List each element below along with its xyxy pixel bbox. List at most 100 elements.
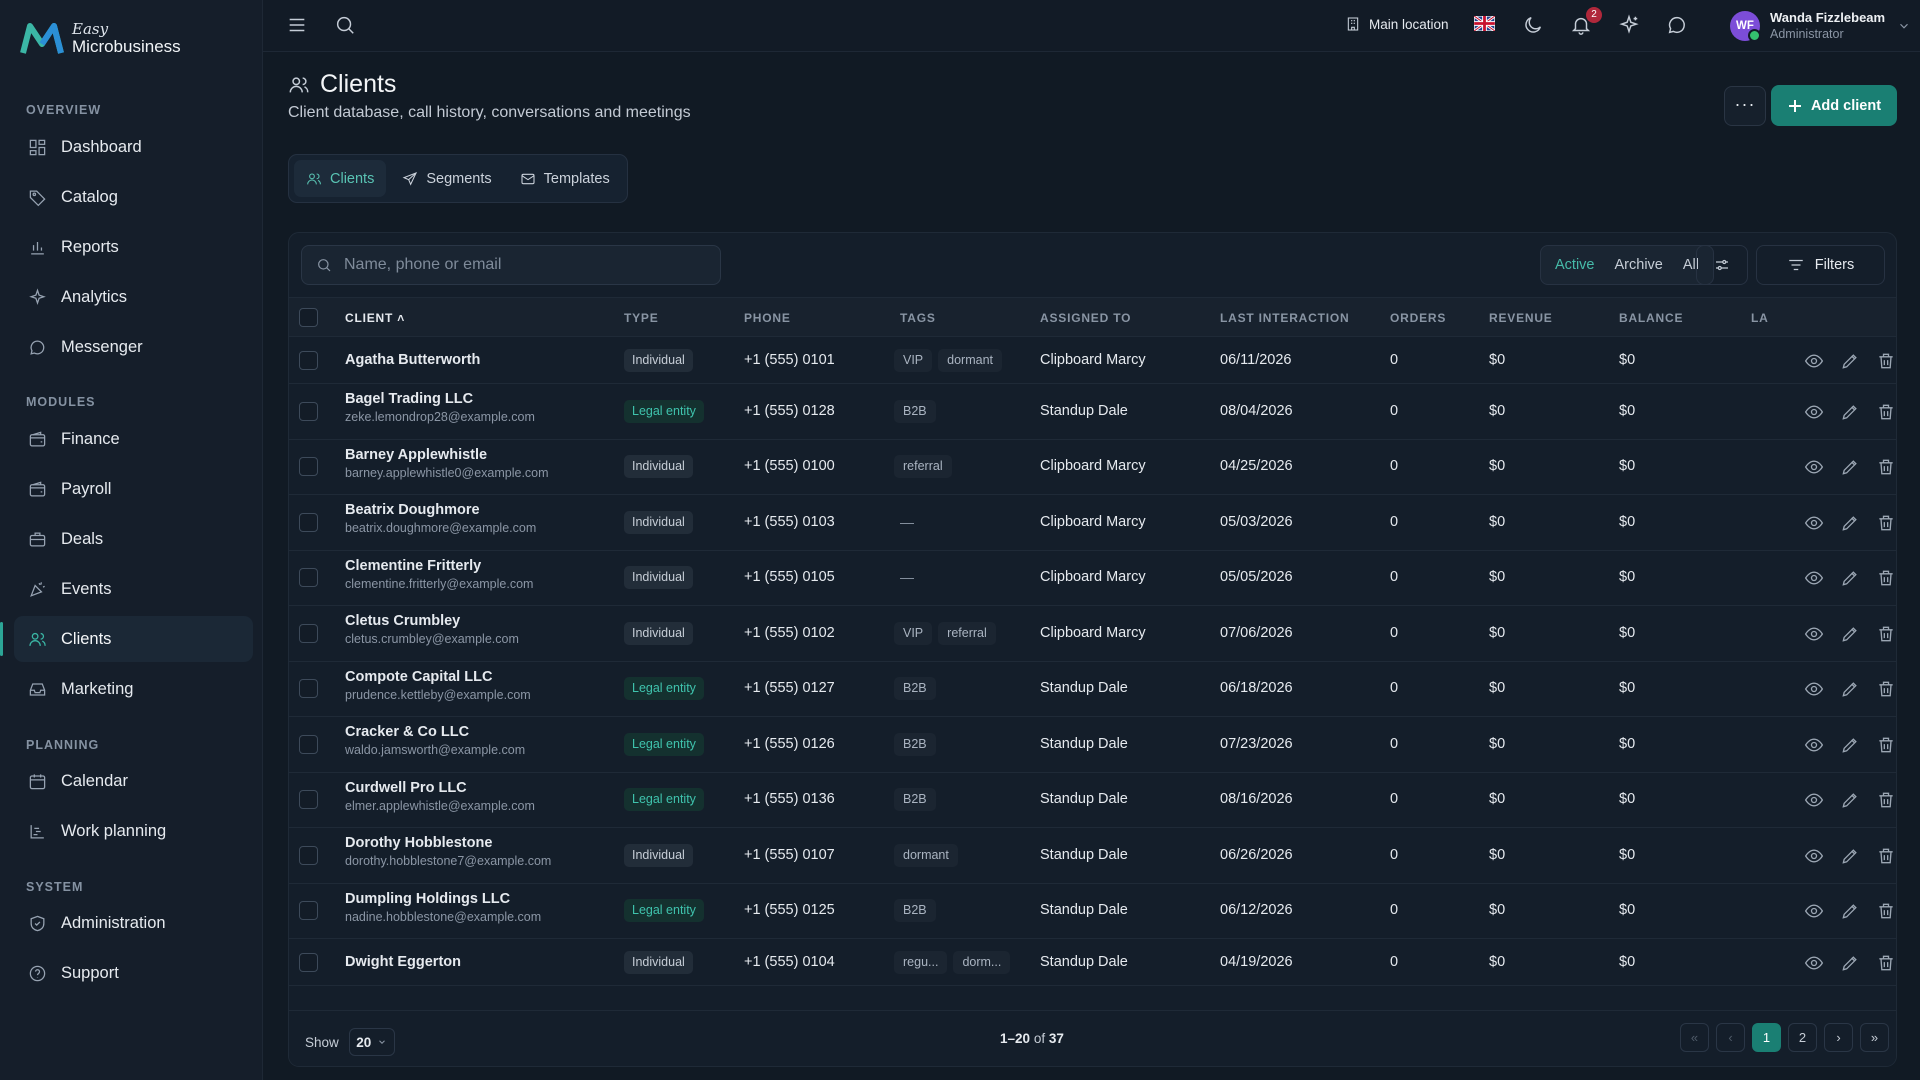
pencil-icon[interactable] <box>1840 624 1860 644</box>
trash-icon[interactable] <box>1876 735 1896 755</box>
trash-icon[interactable] <box>1876 568 1896 588</box>
column-settings-button[interactable] <box>1696 245 1748 285</box>
eye-icon[interactable] <box>1804 457 1824 477</box>
pencil-icon[interactable] <box>1840 351 1860 371</box>
pencil-icon[interactable] <box>1840 846 1860 866</box>
table-row[interactable]: Dwight Eggerton Individual +1 (555) 0104 re… <box>289 939 1896 986</box>
pencil-icon[interactable] <box>1840 679 1860 699</box>
pencil-icon[interactable] <box>1840 953 1860 973</box>
row-checkbox[interactable] <box>299 623 318 643</box>
bell-icon[interactable]: 2 <box>1570 7 1602 38</box>
sidebar-item-reports[interactable]: Reports <box>14 224 253 270</box>
sidebar-item-catalog[interactable]: Catalog <box>14 174 253 220</box>
table-row[interactable]: Beatrix Doughmore beatrix.doughmore@examp… <box>289 495 1896 551</box>
table-row[interactable]: Compote Capital LLC prudence.kettleby@exa… <box>289 662 1896 717</box>
trash-icon[interactable] <box>1876 402 1896 422</box>
row-checkbox[interactable] <box>299 952 318 972</box>
th-orders[interactable]: ORDERS <box>1390 311 1446 325</box>
eye-icon[interactable] <box>1804 568 1824 588</box>
pencil-icon[interactable] <box>1840 790 1860 810</box>
pencil-icon[interactable] <box>1840 735 1860 755</box>
table-row[interactable]: Dorothy Hobblestone dorothy.hobblestone7@… <box>289 828 1896 884</box>
eye-icon[interactable] <box>1804 351 1824 371</box>
row-checkbox[interactable] <box>299 679 318 699</box>
sidebar-item-messenger[interactable]: Messenger <box>14 324 253 370</box>
table-row[interactable]: Dumpling Holdings LLC nadine.hobblestone@… <box>289 884 1896 939</box>
row-checkbox[interactable] <box>299 401 318 421</box>
eye-icon[interactable] <box>1804 846 1824 866</box>
sidebar-item-calendar[interactable]: Calendar <box>14 758 253 804</box>
table-row[interactable]: Agatha Butterworth Individual +1 (555) 010… <box>289 337 1896 384</box>
client-cell[interactable]: Beatrix Doughmore beatrix.doughmore@examp… <box>345 502 536 535</box>
th-type[interactable]: TYPE <box>624 311 659 325</box>
eye-icon[interactable] <box>1804 735 1824 755</box>
tab-segments[interactable]: Segments <box>390 160 503 197</box>
trash-icon[interactable] <box>1876 679 1896 699</box>
add-client-button[interactable]: Add client <box>1771 85 1897 126</box>
search-input[interactable]: Name, phone or email <box>301 245 721 285</box>
search-icon[interactable] <box>334 14 358 38</box>
seg-active[interactable]: Active <box>1545 257 1605 273</box>
client-cell[interactable]: Curdwell Pro LLC elmer.applewhistle@examp… <box>345 780 535 813</box>
first-page-button[interactable]: « <box>1680 1023 1709 1052</box>
row-checkbox[interactable] <box>299 350 318 370</box>
sidebar-item-marketing[interactable]: Marketing <box>14 666 253 712</box>
last-page-button[interactable]: » <box>1860 1023 1889 1052</box>
client-cell[interactable]: Dorothy Hobblestone dorothy.hobblestone7@… <box>345 835 551 868</box>
table-row[interactable]: Bagel Trading LLC zeke.lemondrop28@exampl… <box>289 384 1896 440</box>
row-checkbox[interactable] <box>299 790 318 810</box>
th-la[interactable]: LA <box>1751 311 1769 325</box>
th-assigned[interactable]: ASSIGNED TO <box>1040 311 1131 325</box>
eye-icon[interactable] <box>1804 679 1824 699</box>
sidebar-item-analytics[interactable]: Analytics <box>14 274 253 320</box>
trash-icon[interactable] <box>1876 846 1896 866</box>
eye-icon[interactable] <box>1804 953 1824 973</box>
row-checkbox[interactable] <box>299 845 318 865</box>
sparkle-icon[interactable] <box>1618 14 1642 38</box>
next-page-button[interactable]: › <box>1824 1023 1853 1052</box>
chat-icon[interactable] <box>1666 14 1690 38</box>
sidebar-item-administration[interactable]: Administration <box>14 900 253 946</box>
menu-icon[interactable] <box>286 14 310 38</box>
table-row[interactable]: Cracker & Co LLC waldo.jamsworth@example.… <box>289 717 1896 773</box>
pencil-icon[interactable] <box>1840 513 1860 533</box>
client-cell[interactable]: Cracker & Co LLC waldo.jamsworth@example.… <box>345 724 525 757</box>
row-checkbox[interactable] <box>299 512 318 532</box>
row-checkbox[interactable] <box>299 457 318 477</box>
client-cell[interactable]: Cletus Crumbley cletus.crumbley@example.c… <box>345 613 519 646</box>
filters-button[interactable]: Filters <box>1756 245 1885 285</box>
client-cell[interactable]: Barney Applewhistle barney.applewhistle0@… <box>345 447 549 480</box>
trash-icon[interactable] <box>1876 953 1896 973</box>
table-row[interactable]: Curdwell Pro LLC elmer.applewhistle@examp… <box>289 773 1896 828</box>
table-row[interactable]: Barney Applewhistle barney.applewhistle0@… <box>289 440 1896 495</box>
eye-icon[interactable] <box>1804 402 1824 422</box>
more-options-button[interactable]: ··· <box>1724 86 1766 126</box>
pencil-icon[interactable] <box>1840 901 1860 921</box>
tab-clients[interactable]: Clients <box>294 160 387 197</box>
page-2-button[interactable]: 2 <box>1788 1023 1817 1052</box>
th-balance[interactable]: BALANCE <box>1619 311 1683 325</box>
tab-templates[interactable]: Templates <box>508 160 622 197</box>
sidebar-item-work-planning[interactable]: Work planning <box>14 808 253 854</box>
client-cell[interactable]: Dwight Eggerton <box>345 954 461 970</box>
sidebar-item-deals[interactable]: Deals <box>14 516 253 562</box>
row-checkbox[interactable] <box>299 901 318 921</box>
th-last-interaction[interactable]: LAST INTERACTION <box>1220 311 1349 325</box>
row-checkbox[interactable] <box>299 568 318 588</box>
trash-icon[interactable] <box>1876 624 1896 644</box>
client-cell[interactable]: Compote Capital LLC prudence.kettleby@exa… <box>345 669 531 702</box>
trash-icon[interactable] <box>1876 901 1896 921</box>
trash-icon[interactable] <box>1876 513 1896 533</box>
th-tags[interactable]: TAGS <box>900 311 936 325</box>
brand-logo[interactable]: Easy Microbusiness <box>20 20 181 56</box>
client-cell[interactable]: Clementine Fritterly clementine.fritterly… <box>345 558 533 591</box>
sidebar-item-dashboard[interactable]: Dashboard <box>14 124 253 170</box>
page-size-select[interactable]: 20 <box>348 1028 395 1056</box>
client-cell[interactable]: Bagel Trading LLC zeke.lemondrop28@exampl… <box>345 391 535 424</box>
location-selector[interactable]: Main location <box>1345 16 1449 32</box>
select-all-checkbox[interactable] <box>299 308 318 327</box>
client-cell[interactable]: Agatha Butterworth <box>345 352 480 368</box>
table-row[interactable]: Clementine Fritterly clementine.fritterly… <box>289 551 1896 606</box>
moon-icon[interactable] <box>1522 14 1546 38</box>
eye-icon[interactable] <box>1804 513 1824 533</box>
